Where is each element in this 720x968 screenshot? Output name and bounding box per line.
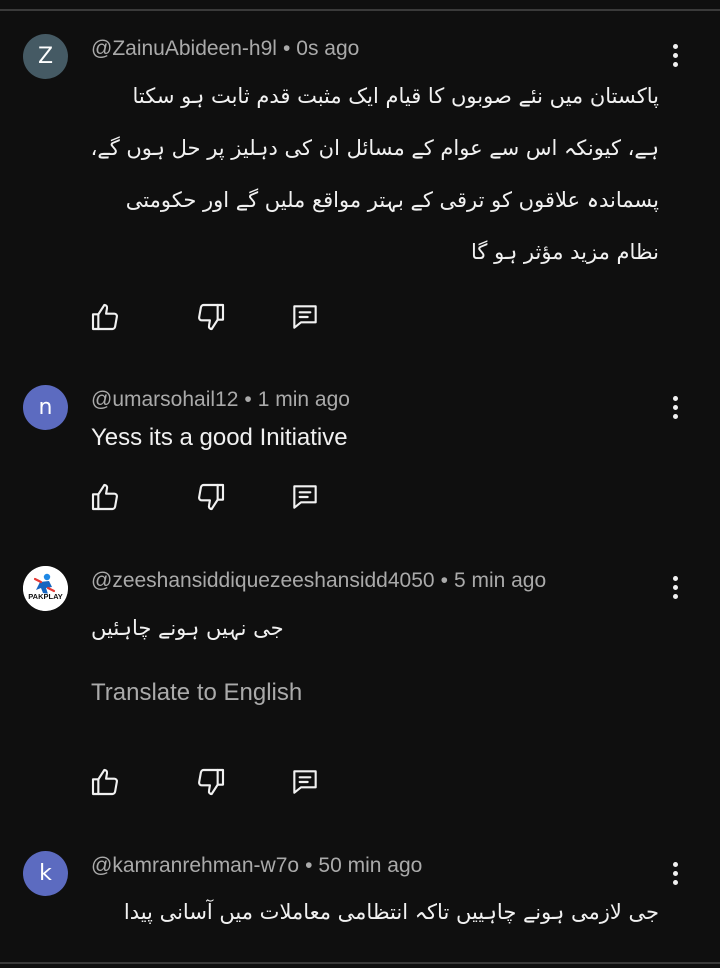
comment-line: ہے، کیونکہ اس سے عوام کے مسائل ان کی دہل… [90, 136, 659, 160]
dislike-button[interactable] [193, 479, 229, 515]
dislike-button[interactable] [193, 299, 229, 335]
comment-header: @umarsohail12 • 1 min ago [91, 388, 350, 412]
more-options-button[interactable] [662, 572, 688, 602]
comment-text: پاکستان میں نئے صوبوں کا قیام ایک مثبت ق… [91, 70, 659, 278]
thumb-down-icon [195, 481, 227, 513]
timestamp[interactable]: 5 min ago [454, 569, 546, 592]
avatar[interactable]: PAKPLAY [23, 566, 68, 611]
more-vert-icon [672, 395, 678, 401]
avatar-letter: n [38, 395, 53, 420]
avatar[interactable]: n [23, 385, 68, 430]
thumb-down-icon [195, 766, 227, 798]
more-options-button[interactable] [662, 858, 688, 888]
comment-line: نظام مزید مؤثر ہو گا [471, 240, 659, 264]
reply-button[interactable] [287, 479, 323, 515]
separator: • [244, 388, 252, 411]
more-dot [672, 593, 678, 599]
reply-button[interactable] [287, 299, 323, 335]
author-name[interactable]: @zeeshansiddiquezeeshansidd4050 [91, 569, 435, 592]
like-button[interactable] [87, 479, 123, 515]
dislike-button[interactable] [193, 764, 229, 800]
comment-line: پسماندہ علاقوں کو ترقی کے بہتر مواقع ملی… [125, 188, 659, 212]
more-vert-icon [672, 861, 678, 867]
author-name[interactable]: @ZainuAbideen-h9l [91, 37, 277, 60]
comment-text: جی لازمی ہونے چاہییں تاکہ انتظامی معاملا… [91, 886, 659, 938]
pakplay-logo [23, 566, 68, 611]
more-options-button[interactable] [662, 392, 688, 422]
more-vert-icon [672, 575, 678, 581]
reply-icon [288, 481, 322, 513]
thumb-up-icon [89, 481, 121, 513]
comment-text: جی نہیں ہونے چاہئیں [91, 602, 284, 654]
more-dot [672, 61, 678, 67]
more-dot [672, 413, 678, 419]
author-name[interactable]: @umarsohail12 [91, 388, 238, 411]
separator: • [440, 569, 448, 592]
comment-text: Yess its a good Initiative [91, 424, 348, 451]
like-button[interactable] [87, 299, 123, 335]
translate-button[interactable]: Translate to English [91, 679, 302, 707]
separator: • [305, 854, 313, 877]
comment-line: پاکستان میں نئے صوبوں کا قیام ایک مثبت ق… [132, 84, 659, 108]
more-dot [672, 52, 678, 58]
comment-header: @ZainuAbideen-h9l • 0s ago [91, 37, 359, 61]
comment-header: @kamranrehman-w7o • 50 min ago [91, 854, 422, 878]
more-dot [672, 404, 678, 410]
more-vert-icon [672, 43, 678, 49]
timestamp[interactable]: 1 min ago [258, 388, 350, 411]
like-button[interactable] [87, 764, 123, 800]
thumb-down-icon [195, 301, 227, 333]
comment-header: @zeeshansiddiquezeeshansidd4050 • 5 min ag… [91, 569, 546, 593]
reply-icon [288, 766, 322, 798]
comment-line: جی لازمی ہونے چاہییں تاکہ انتظامی معاملا… [123, 900, 659, 924]
avatar[interactable]: k [23, 851, 68, 896]
thumb-up-icon [89, 301, 121, 333]
avatar-letter: Z [37, 44, 54, 69]
separator: • [282, 37, 291, 60]
reply-icon [288, 301, 322, 333]
more-dot [672, 879, 678, 885]
avatar[interactable]: Z [23, 34, 68, 79]
timestamp[interactable]: 0s ago [296, 37, 359, 60]
timestamp[interactable]: 50 min ago [318, 854, 422, 877]
bottom-divider [0, 962, 720, 964]
author-name[interactable]: @kamranrehman-w7o [91, 854, 299, 877]
top-divider [0, 9, 720, 11]
comment-line: جی نہیں ہونے چاہئیں [91, 616, 284, 640]
reply-button[interactable] [287, 764, 323, 800]
thumb-up-icon [89, 766, 121, 798]
avatar-letter: k [39, 861, 52, 886]
more-dot [672, 584, 678, 590]
avatar-label: PAKPLAY [28, 592, 63, 601]
more-dot [672, 870, 678, 876]
more-options-button[interactable] [662, 40, 688, 70]
